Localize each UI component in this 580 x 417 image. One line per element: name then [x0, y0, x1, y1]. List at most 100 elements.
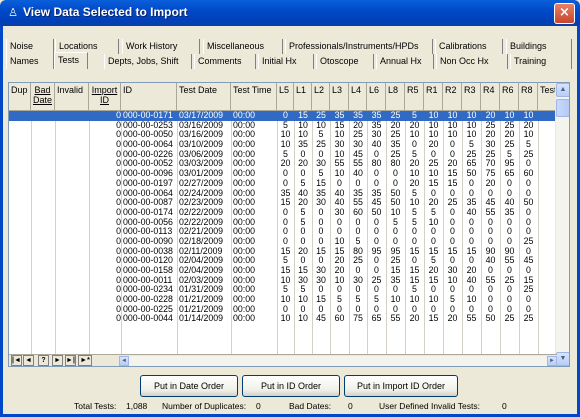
col-header-test-date[interactable]: Test Date	[177, 83, 231, 111]
cell-l6: 25	[371, 275, 382, 285]
import-id-order-button[interactable]: Put in Import ID Order	[344, 375, 458, 397]
cell-l8: 50	[390, 198, 401, 208]
cell-l6: 0	[374, 285, 379, 295]
table-row[interactable]: 0 000-00-0038 02/11/2009 00:00 15 20 15 15 80 95 9…	[9, 247, 555, 257]
scroll-left-icon[interactable]: ◄	[119, 356, 129, 366]
close-button[interactable]: ×	[554, 3, 575, 24]
table-row[interactable]: 0 000-00-0064 03/10/2009 00:00 10 35 25 30 30 40 3…	[9, 140, 555, 150]
cell-l3: 15	[334, 246, 345, 256]
id-order-button[interactable]: Put in ID Order	[242, 375, 340, 397]
scroll-thumb[interactable]	[556, 99, 569, 117]
cell-r8: 25	[523, 314, 534, 324]
cell-l2: 15	[316, 295, 326, 305]
tab-comments[interactable]: Comments	[194, 54, 256, 69]
cell-r5: 20	[409, 178, 420, 188]
help-button[interactable]: ?	[38, 355, 49, 366]
col-header-dup[interactable]: Dup	[9, 83, 31, 111]
col-header-r5[interactable]: R5	[405, 83, 424, 111]
table-row[interactable]: 0 000-00-0087 02/23/2009 00:00 15 20 30 40 55 45 5…	[9, 198, 555, 208]
col-header-import-id[interactable]: Import ID	[89, 83, 121, 111]
tab-names[interactable]: Names	[6, 54, 54, 69]
cell-r8: 25	[523, 236, 534, 246]
horizontal-scrollbar[interactable]: ◄ ►	[119, 356, 557, 366]
table-row[interactable]: 0 000-00-0064 02/24/2009 00:00 35 40 35 40 35 35 5…	[9, 189, 555, 199]
table-row[interactable]: 0 000-00-0226 03/06/2009 00:00 5 0 0 10 45 0 25 5 0 0…	[9, 150, 555, 160]
cell-l2: 5	[318, 130, 324, 140]
table-row[interactable]: 0 000-00-0052 03/03/2009 00:00 20 20 30 55 55 80 8…	[9, 159, 555, 169]
date-order-button[interactable]: Put in Date Order	[140, 375, 238, 397]
col-header-bad-date[interactable]: Bad Date	[31, 83, 55, 111]
cell-l8: 0	[393, 236, 398, 246]
table-row[interactable]: 0 000-00-0120 02/04/2009 00:00 5 0 0 20 25 0 25 0 5 0…	[9, 256, 555, 266]
cell-r8: 0	[526, 246, 531, 256]
prev-record-button[interactable]: ◄	[23, 355, 34, 366]
cell-id: 000-00-0171	[123, 111, 173, 120]
col-header-r8[interactable]: R8	[519, 83, 538, 111]
table-row[interactable]: 0 000-00-0174 02/22/2009 00:00 0 5 0 30 60 50 10 5 5…	[9, 208, 555, 218]
new-record-button[interactable]: ►*	[78, 355, 92, 366]
table-row[interactable]: 0 000-00-0253 03/16/2009 00:00 5 10 10 15 20 35 20…	[9, 121, 555, 131]
cell-r5: 0	[412, 140, 417, 150]
tab-noise[interactable]: Noise	[6, 39, 54, 54]
col-header-r1[interactable]: R1	[424, 83, 443, 111]
cell-test-time: 00:00	[233, 295, 256, 305]
tab-professionals[interactable]: Professionals/Instruments/HPDs	[285, 39, 433, 54]
col-header-l3[interactable]: L3	[330, 83, 349, 111]
tab-calibrations[interactable]: Calibrations	[435, 39, 503, 54]
table-row[interactable]: 0 000-00-0228 01/21/2009 00:00 10 10 15 5 5 5 10 10…	[9, 295, 555, 305]
cell-l6: 35	[371, 111, 382, 120]
cell-l5: 15	[280, 266, 291, 275]
table-row[interactable]: 0 000-00-0096 03/01/2009 00:00 0 0 5 10 40 0 0 10 10…	[9, 169, 555, 179]
col-header-r2[interactable]: R2	[443, 83, 462, 111]
scroll-up-icon[interactable]: ▲	[556, 83, 569, 97]
cell-l4: 30	[353, 275, 363, 285]
col-header-test-time[interactable]: Test Time	[231, 83, 277, 111]
scroll-right-icon[interactable]: ►	[547, 356, 557, 366]
last-record-button[interactable]: ►|	[65, 355, 76, 366]
col-header-invalid[interactable]: Invalid	[55, 83, 89, 111]
tab-non-occ-hx[interactable]: Non Occ Hx	[436, 54, 508, 69]
scroll-down-icon[interactable]: ▼	[556, 352, 569, 366]
cell-test-date: 02/04/2009	[179, 266, 224, 275]
table-row[interactable]: 0 000-00-0234 01/31/2009 00:00 5 5 0 0 0 0 0 5 0 0 0 0 0…	[9, 285, 555, 295]
tests-grid[interactable]: Dup Bad Date Invalid Import ID ID Test D…	[8, 82, 570, 367]
first-record-button[interactable]: |◄	[11, 355, 22, 366]
cell-r3: 10	[466, 120, 477, 130]
table-row[interactable]: 0 000-00-0090 02/18/2009 00:00 0 0 0 10 5 0 0 0 0 0 0 0…	[9, 237, 555, 247]
cell-r6: 0	[507, 178, 512, 188]
tab-training[interactable]: Training	[510, 54, 572, 69]
table-row[interactable]: 0 000-00-0113 02/21/2009 00:00 0 0 0 0 0 0 0 0 0 0 0 0 0…	[9, 227, 555, 237]
col-header-r3[interactable]: R3	[462, 83, 481, 111]
col-header-l1[interactable]: L1	[294, 83, 312, 111]
col-header-l8[interactable]: L8	[386, 83, 405, 111]
tab-work-history[interactable]: Work History	[122, 39, 200, 54]
table-row[interactable]: 0 000-00-0197 02/27/2009 00:00 0 5 15 0 0 0 0 20 15 1…	[9, 179, 555, 189]
tab-initial-hx[interactable]: Initial Hx	[258, 54, 314, 69]
cell-l6: 35	[371, 188, 382, 198]
cell-l1: 0	[300, 149, 306, 159]
table-row[interactable]: 0 000-00-0171 03/17/2009 00:00 0 15 25 35 35 35 25…	[9, 111, 555, 121]
next-record-button[interactable]: ►	[52, 355, 63, 366]
tab-otoscope[interactable]: Otoscope	[316, 54, 374, 69]
table-row[interactable]: 0 000-00-0044 01/14/2009 00:00 10 10 45 60 75 65 5…	[9, 314, 555, 324]
col-header-id[interactable]: ID	[121, 83, 177, 111]
table-row[interactable]: 0 000-00-0225 01/21/2009 00:00 0 0 0 0 0 0 0 0 0 0 0 0 0…	[9, 305, 555, 315]
cell-test-date: 01/14/2009	[179, 314, 224, 324]
col-header-l4[interactable]: L4	[349, 83, 367, 111]
table-row[interactable]: 0 000-00-0056 02/22/2009 00:00 0 5 0 0 0 0 5 5 10 0 0 0…	[9, 218, 555, 228]
tab-annual-hx[interactable]: Annual Hx	[376, 54, 434, 69]
table-row[interactable]: 0 000-00-0158 02/04/2009 00:00 15 15 30 20 0 0 15 1…	[9, 266, 555, 276]
col-header-r4[interactable]: R4	[481, 83, 500, 111]
col-header-l6[interactable]: L6	[367, 83, 386, 111]
col-header-l2[interactable]: L2	[312, 83, 330, 111]
col-header-r6[interactable]: R6	[500, 83, 519, 111]
tab-miscellaneous[interactable]: Miscellaneous	[203, 39, 283, 54]
vertical-scrollbar[interactable]: ▲ ▼	[555, 83, 569, 366]
tab-tests[interactable]: Tests	[54, 52, 88, 69]
tab-depts-jobs-shift[interactable]: Depts, Jobs, Shift	[104, 54, 192, 69]
tab-buildings[interactable]: Buildings	[506, 39, 572, 54]
cell-r8: 10	[523, 130, 534, 140]
table-row[interactable]: 0 000-00-0011 02/03/2009 00:00 10 30 30 10 30 25 3…	[9, 276, 555, 286]
table-row[interactable]: 0 000-00-0050 03/16/2009 00:00 10 10 5 10 25 30 25…	[9, 130, 555, 140]
col-header-l5[interactable]: L5	[277, 83, 294, 111]
